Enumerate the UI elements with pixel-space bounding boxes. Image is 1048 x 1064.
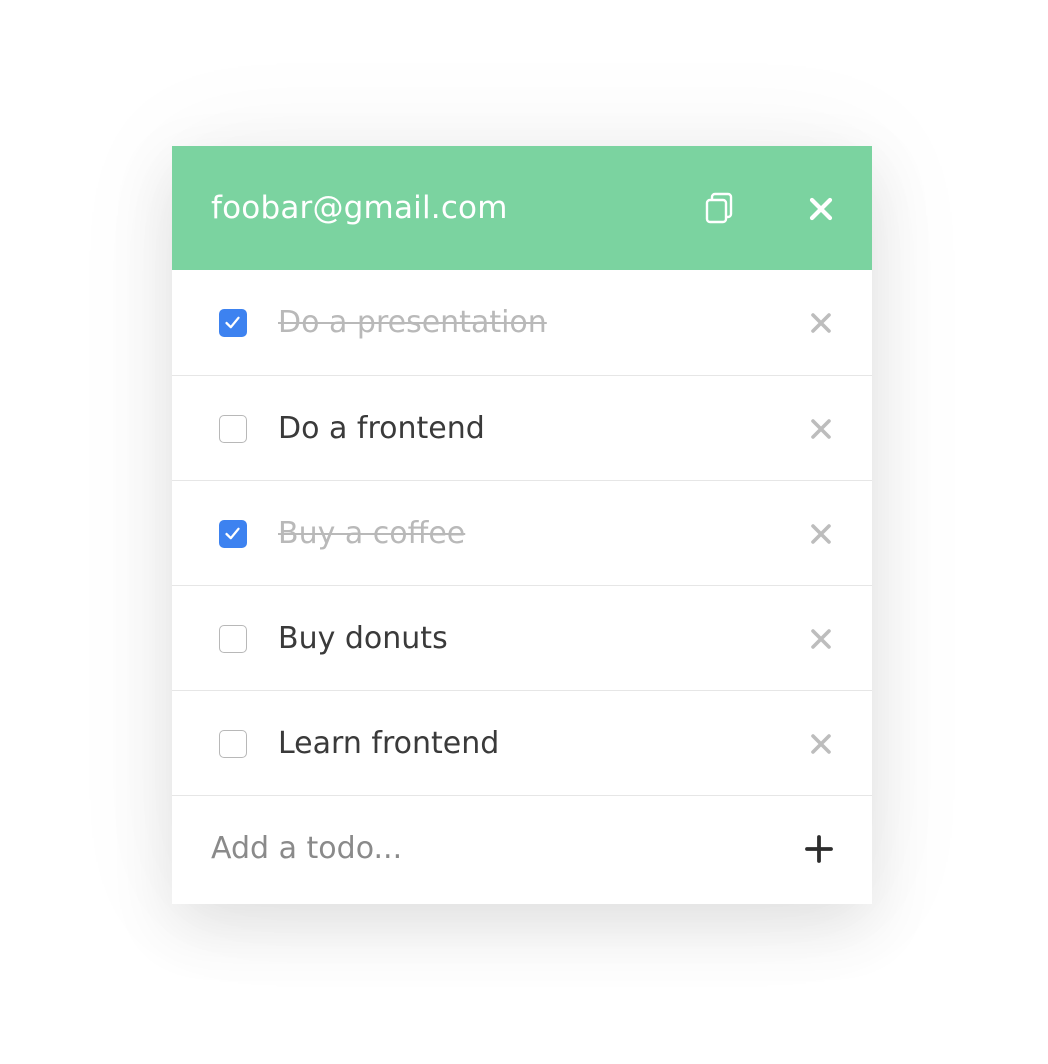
delete-icon xyxy=(811,313,831,333)
add-todo-row xyxy=(172,795,872,900)
delete-todo-button[interactable] xyxy=(808,626,834,652)
delete-icon xyxy=(811,419,831,439)
copy-button[interactable] xyxy=(698,190,738,230)
delete-todo-button[interactable] xyxy=(808,521,834,547)
todo-checkbox[interactable] xyxy=(219,309,247,337)
todo-item: Do a frontend xyxy=(172,375,872,480)
delete-icon xyxy=(811,629,831,649)
checkmark-icon xyxy=(225,527,240,540)
todo-item: Do a presentation xyxy=(172,270,872,375)
delete-icon xyxy=(811,734,831,754)
close-icon xyxy=(809,197,833,221)
todo-item: Buy a coffee xyxy=(172,480,872,585)
add-todo-input[interactable] xyxy=(211,826,771,870)
checkmark-icon xyxy=(225,316,240,329)
todo-text: Buy a coffee xyxy=(278,516,466,551)
copy-icon xyxy=(705,192,733,224)
todo-checkbox[interactable] xyxy=(219,730,247,758)
close-button[interactable] xyxy=(804,192,838,226)
todo-item: Learn frontend xyxy=(172,690,872,795)
todo-checkbox[interactable] xyxy=(219,625,247,653)
delete-todo-button[interactable] xyxy=(808,310,834,336)
todo-card: foobar@gmail.com Do a presentation Do a f… xyxy=(172,146,872,904)
todo-checkbox[interactable] xyxy=(219,520,247,548)
todo-text: Learn frontend xyxy=(278,726,500,761)
plus-icon xyxy=(805,835,833,863)
todo-list: Do a presentation Do a frontend Buy a coff… xyxy=(172,270,872,795)
add-todo-button[interactable] xyxy=(804,834,834,864)
user-email: foobar@gmail.com xyxy=(211,190,508,226)
todo-item: Buy donuts xyxy=(172,585,872,690)
todo-text: Do a presentation xyxy=(278,305,547,340)
todo-text: Do a frontend xyxy=(278,411,485,446)
todo-checkbox[interactable] xyxy=(219,415,247,443)
delete-icon xyxy=(811,524,831,544)
card-header: foobar@gmail.com xyxy=(172,146,872,270)
delete-todo-button[interactable] xyxy=(808,416,834,442)
todo-text: Buy donuts xyxy=(278,621,448,656)
delete-todo-button[interactable] xyxy=(808,731,834,757)
